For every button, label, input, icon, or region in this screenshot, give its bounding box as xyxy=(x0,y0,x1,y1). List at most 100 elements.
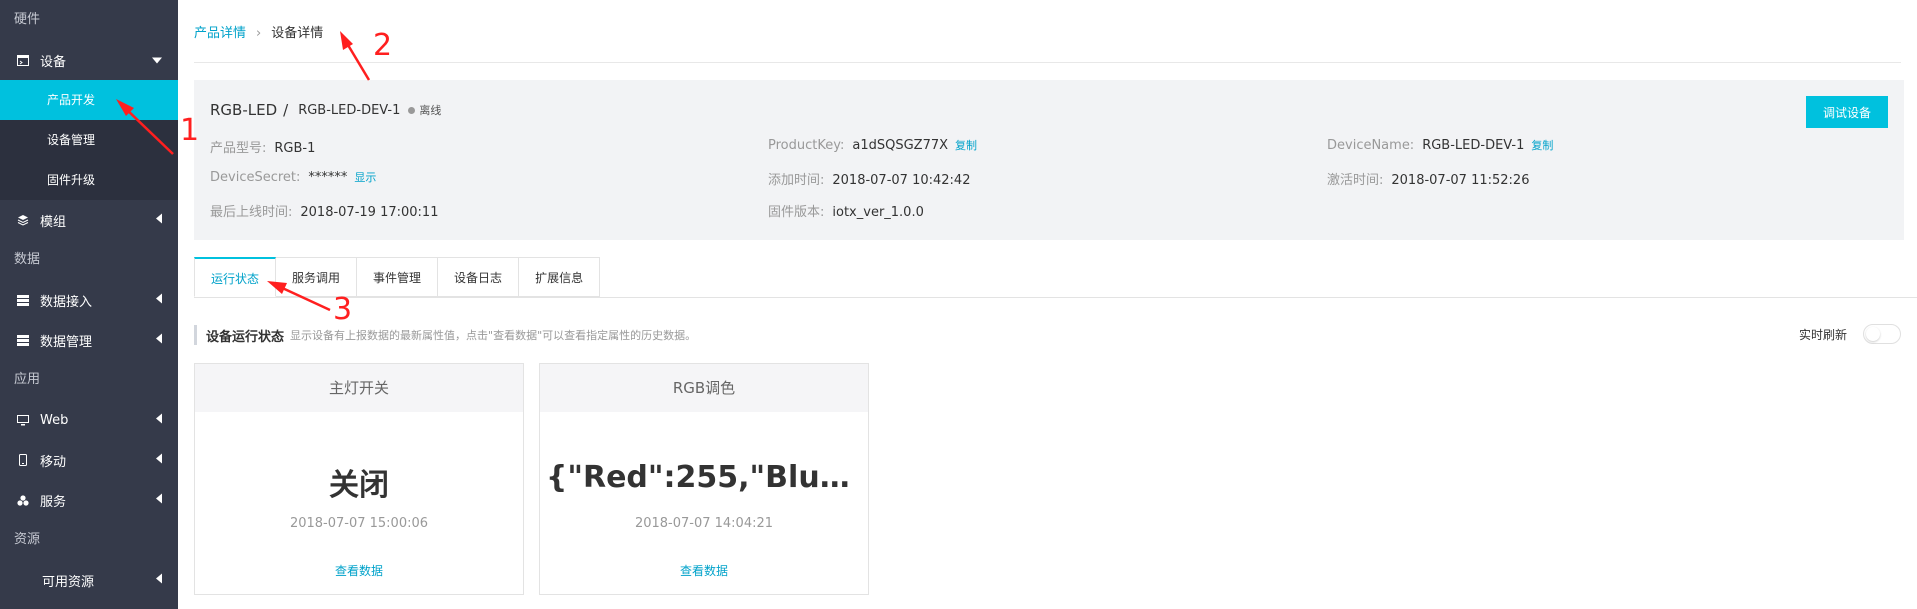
status-badge: 离线 xyxy=(419,104,442,117)
mobile-icon xyxy=(16,453,30,467)
sidebar-item-mobile[interactable]: 移动 xyxy=(0,440,178,480)
show-secret-link[interactable]: 显示 xyxy=(354,171,376,184)
breadcrumb-parent-link[interactable]: 产品详情 xyxy=(194,26,246,41)
field-devicename: DeviceName: RGB-LED-DEV-1 复制 xyxy=(1327,137,1553,153)
tab-device-log[interactable]: 设备日志 xyxy=(438,257,520,297)
caret-left-icon xyxy=(156,453,162,468)
field-value: 2018-07-07 11:52:26 xyxy=(1391,173,1530,188)
card-time: 2018-07-07 15:00:06 xyxy=(289,516,429,531)
field-added-time: 添加时间: 2018-07-07 10:42:42 xyxy=(768,169,970,188)
sidebar-item-label: 模组 xyxy=(40,214,67,230)
field-label: 激活时间: xyxy=(1327,173,1384,188)
tab-event-manage[interactable]: 事件管理 xyxy=(357,257,439,297)
layers-icon xyxy=(16,213,30,227)
field-value: ****** xyxy=(308,170,348,185)
field-firmware: 固件版本: iotx_ver_1.0.0 xyxy=(768,201,924,220)
field-value: 2018-07-07 10:42:42 xyxy=(832,173,971,188)
caret-left-icon xyxy=(156,493,162,508)
sidebar-item-label: 数据管理 xyxy=(40,334,93,350)
realtime-refresh-toggle[interactable] xyxy=(1863,324,1901,344)
sidebar-item-data-manage[interactable]: 数据管理 xyxy=(0,320,178,360)
sidebar-subitem-device-manage[interactable]: 设备管理 xyxy=(0,120,178,160)
breadcrumb-separator-icon: › xyxy=(256,26,262,41)
device-info-panel: RGB-LED / RGB-LED-DEV-1 离线 调试设备 产品型号: RGB… xyxy=(194,80,1904,240)
field-value: RGB-1 xyxy=(274,141,316,156)
tab-service-call[interactable]: 服务调用 xyxy=(276,257,358,297)
sidebar-subitem-product-dev[interactable]: 产品开发 xyxy=(0,80,178,120)
caret-left-icon xyxy=(156,293,162,308)
caret-left-icon xyxy=(156,213,162,228)
annotation-number: 2 xyxy=(373,28,393,63)
sidebar-item-label: 服务 xyxy=(40,494,67,510)
section-description: 显示设备有上报数据的最新属性值，点击"查看数据"可以查看指定属性的历史数据。 xyxy=(290,329,697,342)
property-card: RGB调色 {"Red":255,"Blue":0,"Green":0} 201… xyxy=(539,363,869,595)
sidebar-item-label: 数据接入 xyxy=(40,294,93,310)
caret-left-icon xyxy=(156,413,162,428)
property-card: 主灯开关 关闭 2018-07-07 15:00:06 查看数据 xyxy=(194,363,524,595)
field-productkey: ProductKey: a1dSQSGZ77X 复制 xyxy=(768,137,977,153)
breadcrumb-current: 设备详情 xyxy=(271,26,324,41)
tab-extended-info[interactable]: 扩展信息 xyxy=(519,257,601,297)
field-label: 添加时间: xyxy=(768,173,825,188)
field-last-online: 最后上线时间: 2018-07-19 17:00:11 xyxy=(210,201,438,220)
caret-left-icon xyxy=(156,333,162,348)
tab-bar: 运行状态 服务调用 事件管理 设备日志 扩展信息 xyxy=(194,257,601,298)
divider xyxy=(194,62,1901,63)
product-name: RGB-LED xyxy=(210,101,278,119)
title-slash: / xyxy=(283,101,289,119)
field-label: 产品型号: xyxy=(210,141,267,156)
caret-down-icon xyxy=(152,53,162,68)
realtime-refresh: 实时刷新 xyxy=(1799,324,1901,344)
card-time: 2018-07-07 14:04:21 xyxy=(634,516,774,531)
field-label: DeviceSecret: xyxy=(210,170,301,185)
sidebar-item-label: 可用资源 xyxy=(42,574,95,590)
copy-devicename-link[interactable]: 复制 xyxy=(1531,139,1553,152)
device-title: RGB-LED / RGB-LED-DEV-1 离线 xyxy=(210,101,441,119)
annotation-number: 3 xyxy=(333,292,353,327)
sidebar-item-group[interactable]: 模组 xyxy=(0,200,178,240)
toggle-knob xyxy=(1866,327,1880,341)
sidebar-section-app: 应用 xyxy=(14,372,41,387)
tab-running-status[interactable]: 运行状态 xyxy=(194,257,277,297)
database-icon xyxy=(16,293,30,307)
card-title: 主灯开关 xyxy=(195,364,523,412)
field-value: a1dSQSGZ77X xyxy=(852,138,949,153)
view-data-link[interactable]: 查看数据 xyxy=(540,562,868,579)
sidebar-subitem-firmware[interactable]: 固件升级 xyxy=(0,160,178,200)
field-label: DeviceName: xyxy=(1327,138,1415,153)
sidebar-item-service[interactable]: 服务 xyxy=(0,480,178,520)
sidebar-item-label: 移动 xyxy=(40,454,67,470)
sidebar-item-data-access[interactable]: 数据接入 xyxy=(0,280,178,320)
card-title: RGB调色 xyxy=(540,364,868,412)
sidebar-section-resource: 资源 xyxy=(14,532,41,547)
sidebar: 硬件 设备 产品开发 设备管理 固件升级 模组 数据 数据接入 数据管理 应用 … xyxy=(0,0,178,609)
main-content: 产品详情 › 设备详情 RGB-LED / RGB-LED-DEV-1 离线 调试设… xyxy=(178,0,1917,609)
view-data-link[interactable]: 查看数据 xyxy=(195,562,523,579)
field-devicesecret: DeviceSecret: ****** 显示 xyxy=(210,169,376,185)
sidebar-section-data: 数据 xyxy=(14,252,41,267)
database-icon xyxy=(16,333,30,347)
monitor-icon xyxy=(16,413,30,427)
device-icon xyxy=(16,53,30,67)
field-label: ProductKey: xyxy=(768,138,845,153)
card-value: 关闭 xyxy=(329,468,389,503)
sidebar-item-device[interactable]: 设备 xyxy=(0,40,178,80)
field-value: iotx_ver_1.0.0 xyxy=(832,205,924,220)
divider xyxy=(194,297,1917,298)
refresh-label: 实时刷新 xyxy=(1798,327,1847,342)
device-name: RGB-LED-DEV-1 xyxy=(298,102,401,118)
sidebar-item-available[interactable]: 可用资源 xyxy=(0,560,178,600)
field-activated-time: 激活时间: 2018-07-07 11:52:26 xyxy=(1327,169,1529,188)
copy-productkey-link[interactable]: 复制 xyxy=(955,139,977,152)
sidebar-item-web[interactable]: Web xyxy=(0,400,178,440)
section-header: 设备运行状态 显示设备有上报数据的最新属性值，点击"查看数据"可以查看指定属性的… xyxy=(194,325,696,345)
sidebar-item-label: 设备 xyxy=(40,54,67,70)
debug-device-button[interactable]: 调试设备 xyxy=(1806,96,1888,128)
field-label: 最后上线时间: xyxy=(210,205,293,220)
caret-left-icon xyxy=(156,573,162,588)
field-value: 2018-07-19 17:00:11 xyxy=(300,205,439,220)
cubes-icon xyxy=(16,493,30,507)
status-dot-icon xyxy=(408,106,416,114)
section-title: 设备运行状态 xyxy=(206,329,285,345)
card-value: {"Red":255,"Blue":0,"Green":0} xyxy=(546,460,868,495)
